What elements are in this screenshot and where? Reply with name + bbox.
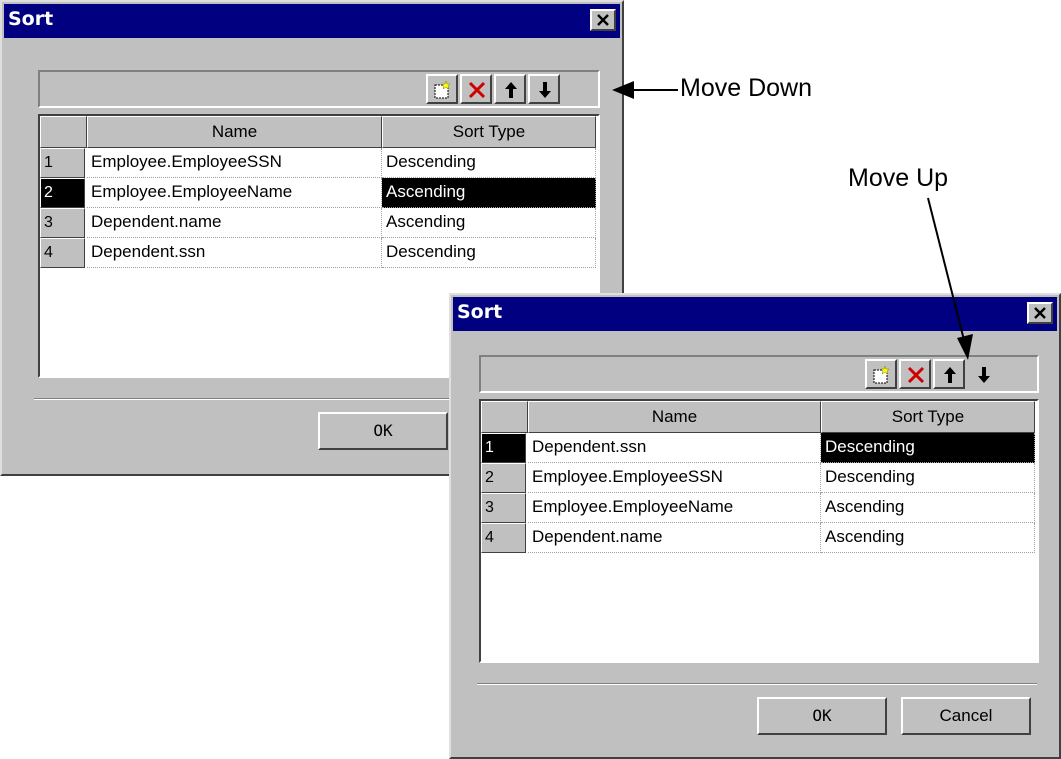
column-header-name[interactable]: Name	[87, 116, 382, 148]
delete-icon	[907, 366, 925, 384]
dialog-title: Sort	[457, 301, 503, 323]
arrow-up-icon	[505, 82, 517, 98]
row-header[interactable]: 1	[40, 148, 85, 178]
cell-name[interactable]: Employee.EmployeeSSN	[87, 148, 382, 178]
close-icon	[1034, 307, 1046, 319]
cancel-button[interactable]: Cancel	[901, 697, 1031, 735]
arrow-down-icon	[539, 82, 551, 98]
row-header[interactable]: 3	[481, 493, 526, 523]
cell-sort-type[interactable]: Ascending	[821, 523, 1035, 553]
close-button[interactable]	[590, 9, 616, 31]
arrow-up-icon	[944, 367, 956, 383]
cell-name[interactable]: Dependent.name	[528, 523, 821, 553]
cell-name[interactable]: Employee.EmployeeSSN	[528, 463, 821, 493]
close-button[interactable]	[1027, 302, 1053, 324]
column-header-name[interactable]: Name	[528, 401, 821, 433]
delete-sort-button[interactable]	[899, 359, 931, 389]
new-sort-button[interactable]	[426, 74, 458, 104]
delete-sort-button[interactable]	[460, 74, 492, 104]
corner-header	[40, 116, 87, 148]
sort-toolbar	[479, 355, 1039, 393]
row-header[interactable]: 2	[481, 463, 526, 493]
cell-sort-type[interactable]: Descending	[382, 148, 596, 178]
cell-sort-type[interactable]: Ascending	[821, 493, 1035, 523]
title-bar: Sort	[4, 4, 620, 38]
delete-icon	[468, 81, 486, 99]
new-sort-button[interactable]	[865, 359, 897, 389]
move-up-button[interactable]	[494, 74, 526, 104]
ok-button[interactable]: OK	[318, 412, 448, 450]
sort-toolbar	[38, 70, 600, 108]
title-bar: Sort	[453, 297, 1057, 331]
cell-name[interactable]: Dependent.ssn	[528, 433, 821, 463]
dialog-title: Sort	[8, 8, 54, 30]
cell-name[interactable]: Employee.EmployeeName	[528, 493, 821, 523]
cell-name[interactable]: Dependent.name	[87, 208, 382, 238]
row-header[interactable]: 4	[481, 523, 526, 553]
move-down-annotation: Move Down	[680, 74, 812, 102]
column-header-sort-type[interactable]: Sort Type	[821, 401, 1035, 433]
cell-name[interactable]: Employee.EmployeeName	[87, 178, 382, 208]
column-header-sort-type[interactable]: Sort Type	[382, 116, 596, 148]
ok-button[interactable]: OK	[757, 697, 887, 735]
separator	[477, 683, 1037, 685]
arrow-down-icon	[978, 367, 990, 383]
cell-sort-type-selected[interactable]: Descending	[821, 433, 1035, 463]
cell-name[interactable]: Dependent.ssn	[87, 238, 382, 268]
cell-sort-type[interactable]: Descending	[382, 238, 596, 268]
move-down-button[interactable]	[967, 359, 999, 389]
sort-dialog-2: Sort Name Sort Type 1 Dependent.ssn Desc…	[449, 293, 1061, 759]
sort-grid: Name Sort Type 1 Dependent.ssn Descendin…	[479, 399, 1039, 663]
move-up-button[interactable]	[933, 359, 965, 389]
corner-header	[481, 401, 528, 433]
row-header[interactable]: 4	[40, 238, 85, 268]
row-header-selected[interactable]: 2	[40, 178, 85, 208]
row-header[interactable]: 3	[40, 208, 85, 238]
new-icon	[434, 80, 451, 99]
cell-sort-type-selected[interactable]: Ascending	[382, 178, 596, 208]
row-header-selected[interactable]: 1	[481, 433, 526, 463]
cell-sort-type[interactable]: Ascending	[382, 208, 596, 238]
move-up-annotation: Move Up	[848, 164, 949, 192]
cell-sort-type[interactable]: Descending	[821, 463, 1035, 493]
move-down-button[interactable]	[528, 74, 560, 104]
new-icon	[873, 365, 890, 384]
close-icon	[597, 14, 609, 26]
